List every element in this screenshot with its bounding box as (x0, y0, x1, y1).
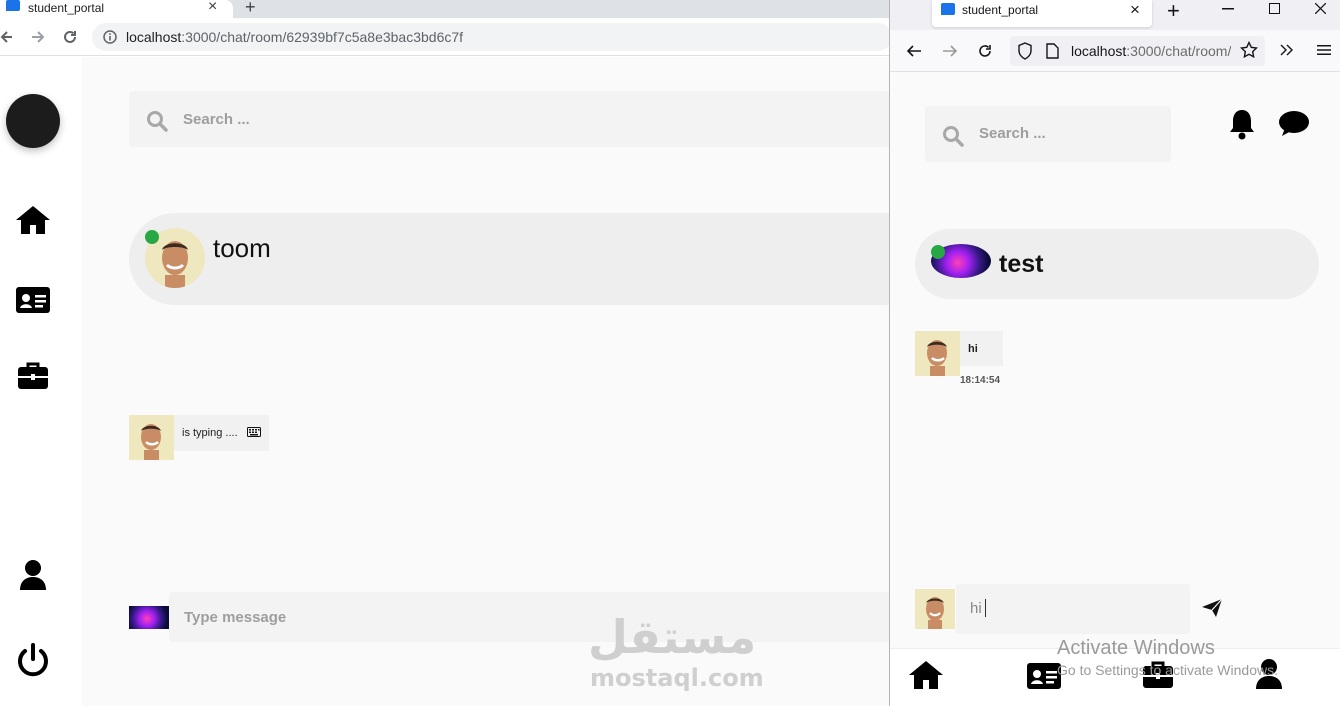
power-icon[interactable] (14, 642, 52, 680)
watermark-latin: mostaql.com (590, 664, 764, 692)
new-tab-button[interactable]: + (245, 0, 256, 18)
online-status-dot (145, 230, 159, 244)
menu-icon[interactable] (1317, 44, 1331, 56)
own-avatar (129, 606, 169, 629)
message-text: hi (968, 343, 978, 355)
browser-tab[interactable]: student_portal × (0, 0, 233, 18)
firefox-tab[interactable]: student_portal × (932, 0, 1152, 27)
typing-indicator: is typing .... (174, 415, 269, 451)
message-bubble: hi (960, 331, 1003, 366)
activate-windows-title: Activate Windows (1057, 637, 1215, 659)
tab-favicon-icon (941, 3, 955, 15)
url-path: :3000/chat/room/ (1126, 43, 1231, 59)
chat-contact-name: test (999, 250, 1044, 278)
tab-close-icon[interactable]: × (208, 0, 217, 16)
typing-user-avatar (129, 415, 174, 460)
close-window-icon[interactable] (1315, 3, 1326, 14)
bookmark-star-icon[interactable] (1240, 41, 1258, 59)
activate-windows-subtitle: Go to Settings to activate Windows. (1057, 662, 1278, 678)
url-host: localhost (1071, 43, 1127, 59)
url-host: localhost (126, 29, 182, 45)
forward-icon[interactable] (30, 29, 46, 45)
message-avatar (915, 331, 960, 376)
search-icon (943, 126, 964, 147)
back-icon[interactable] (905, 43, 923, 59)
search-icon (147, 111, 168, 132)
own-avatar (915, 589, 955, 629)
forward-icon[interactable] (941, 43, 959, 59)
home-icon[interactable] (908, 659, 944, 691)
tab-close-icon[interactable]: × (1130, 0, 1140, 20)
reload-icon[interactable] (61, 28, 79, 46)
url-text: localhost:3000/chat/room/62939bf7c5a8e3b… (126, 29, 463, 45)
home-icon[interactable] (15, 204, 51, 236)
url-path: :3000/chat/room/62939bf7c5a8e3bac3bd6c7f (181, 29, 464, 45)
page-icon (1046, 43, 1059, 59)
watermark-arabic: مستقل (588, 610, 757, 664)
overflow-chevron-icon[interactable] (1280, 44, 1294, 56)
user-icon[interactable] (19, 559, 47, 591)
id-card-icon[interactable] (15, 285, 51, 315)
message-time: 18:14:54 (960, 375, 1001, 386)
tab-title: student_portal (962, 3, 1039, 17)
shield-icon[interactable] (1017, 42, 1033, 60)
message-input[interactable]: Type message (169, 592, 890, 642)
back-icon[interactable] (0, 29, 14, 45)
online-status-dot (931, 245, 945, 259)
reload-icon[interactable] (976, 42, 994, 60)
info-icon[interactable] (103, 30, 117, 44)
search-input[interactable]: Search ... (979, 125, 1046, 142)
message-input[interactable]: hi (956, 584, 1190, 634)
message-input-value: hi (970, 600, 982, 617)
url-text: localhost:3000/chat/room/ (1071, 43, 1231, 59)
send-icon[interactable] (1201, 598, 1223, 618)
new-tab-button[interactable]: + (1167, 0, 1180, 24)
chat-bubble-icon[interactable] (1278, 110, 1310, 138)
profile-avatar[interactable] (6, 94, 60, 148)
bell-icon[interactable] (1228, 108, 1256, 140)
message-placeholder: Type message (184, 609, 287, 626)
text-caret (985, 599, 986, 617)
briefcase-icon[interactable] (17, 361, 49, 391)
search-input[interactable]: Search ... (183, 111, 250, 128)
tab-title: student_portal (28, 1, 105, 15)
minimize-icon[interactable] (1222, 8, 1234, 10)
chat-contact-name: toom (213, 233, 271, 263)
keyboard-icon (247, 427, 261, 437)
typing-text: is typing .... (182, 427, 238, 439)
tab-favicon-icon (6, 0, 20, 11)
maximize-icon[interactable] (1269, 3, 1280, 14)
